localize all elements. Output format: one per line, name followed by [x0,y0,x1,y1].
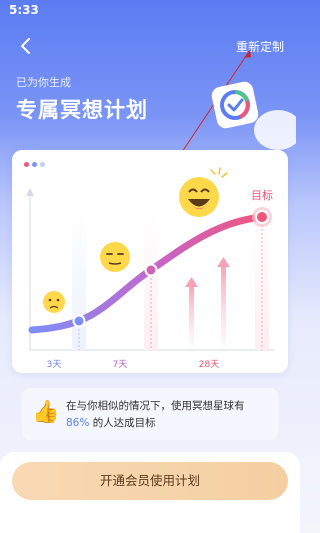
data-point [144,263,158,277]
neutral-face-icon [100,242,130,272]
y-axis-arrow [26,188,34,196]
status-bar: 5:33 [0,0,300,22]
goal-label: 目标 [251,188,273,202]
sad-face-icon [43,291,65,313]
x-tick-label: 7天 [113,360,128,370]
status-time: 5:33 [9,3,39,17]
activate-membership-button[interactable]: 开通会员使用计划 [12,462,288,500]
tip-percentage: 86% [66,417,90,429]
redo-plan-button[interactable]: 重新定制 [236,38,284,55]
happy-face-icon [179,167,228,217]
app-check-icon [211,81,296,150]
data-point [72,314,86,328]
thumbs-up-icon: 👍 [32,400,60,425]
x-tick-label: 3天 [47,360,62,370]
growth-arrow-icon [217,257,230,345]
tip-prefix: 在与你相似的情况下，使用冥想星球有 [66,400,245,412]
page-title: 专属冥想计划 [16,98,148,122]
tip-suffix: 的人达成目标 [92,417,156,429]
x-tick-label: 28天 [199,360,219,370]
goal-point [255,210,269,224]
plan-chart: 目标 3天 7天 28天 [26,167,274,370]
tip-text: 在与你相似的情况下，使用冥想星球有 86% 的人达成目标 [66,398,271,432]
page-subtitle: 已为你生成 [16,76,71,89]
plan-chart-card: 目标 3天 7天 28天 [12,150,288,373]
back-icon[interactable] [16,36,36,56]
stat-tip-card: 👍 在与你相似的情况下，使用冥想星球有 86% 的人达成目标 [22,388,278,440]
growth-arrow-icon [185,277,198,345]
